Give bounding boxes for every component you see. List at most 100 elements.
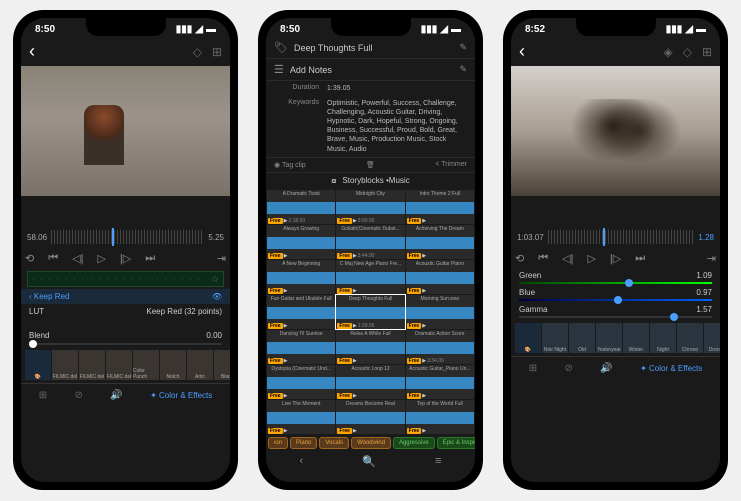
music-track[interactable]: Dystopia (Cinematic Und... Free ▶: [267, 365, 335, 399]
track-play-icon[interactable]: ▶: [422, 428, 426, 434]
track-play-icon[interactable]: ▶: [284, 428, 288, 434]
preset-thumb[interactable]: Artic: [187, 350, 213, 380]
track-play-icon[interactable]: ▶: [422, 393, 426, 399]
header-icon[interactable]: ⊞: [702, 45, 712, 59]
loop-icon[interactable]: ⟲: [515, 252, 524, 265]
lut-row[interactable]: LUT Keep Red (32 points): [21, 304, 230, 319]
nav-audio-icon[interactable]: 🔊: [110, 390, 122, 401]
music-track[interactable]: Deep Thoughts Full Free ▶ 1:39.05: [336, 295, 404, 329]
track-play-icon[interactable]: ▶: [422, 218, 426, 224]
menu-icon[interactable]: ≡: [435, 455, 441, 468]
music-track[interactable]: Acoustic Guitar Piano Free ▶: [406, 260, 474, 294]
preset-thumb[interactable]: Chrono: [677, 323, 703, 353]
skip-back-icon[interactable]: ⏮: [538, 252, 548, 265]
nav-audio-icon[interactable]: 🔊: [600, 363, 612, 374]
timeline[interactable]: 1:03.07 1.28: [511, 226, 720, 248]
category-row[interactable]: ionPianoVocalsWoodwindAggressiveEpic & I…: [266, 435, 475, 451]
track-play-icon[interactable]: ▶: [284, 358, 288, 364]
track-play-icon[interactable]: ▶: [353, 428, 357, 434]
track-play-icon[interactable]: ▶: [422, 253, 426, 259]
nav-clips-icon[interactable]: ⊞: [529, 363, 537, 374]
music-track[interactable]: Relax A While Full Free ▶: [336, 330, 404, 364]
music-track[interactable]: Achieving The Dream Free ▶: [406, 225, 474, 259]
step-fwd-icon[interactable]: |▷: [120, 252, 131, 265]
skip-back-icon[interactable]: ⏮: [48, 252, 58, 265]
music-grid[interactable]: A Dramatic Twist Free ▶ 2:18.00 Midnight…: [266, 189, 475, 435]
star-icon[interactable]: ☆: [211, 274, 219, 285]
track-play-icon[interactable]: ▶: [353, 393, 357, 399]
track-play-icon[interactable]: ▶: [284, 288, 288, 294]
skip-fwd-icon[interactable]: ⏭: [145, 252, 155, 265]
music-track[interactable]: Intro Theme 2 Full Free ▶: [406, 190, 474, 224]
preset-thumb[interactable]: Night: [650, 323, 676, 353]
preset-strip[interactable]: 🎨 FILMIC delFILMIC delFILMIC delColor Pu…: [21, 347, 230, 383]
music-track[interactable]: Acoustic Loop 12 Free ▶: [336, 365, 404, 399]
slider-thumb[interactable]: [614, 296, 622, 304]
preset-thumb[interactable]: Notch: [160, 350, 186, 380]
loop-icon[interactable]: ⟲: [25, 252, 34, 265]
category-chip[interactable]: Vocals: [319, 437, 349, 449]
notes-row[interactable]: ☰ Add Notes ✎: [266, 59, 475, 81]
preset-thumb[interactable]: Black: [214, 350, 230, 380]
trimmer-button[interactable]: < Trimmer: [435, 161, 467, 168]
track-play-icon[interactable]: ▶: [284, 323, 288, 329]
step-back-icon[interactable]: ◁|: [562, 252, 573, 265]
blend-slider[interactable]: Blend 0.00: [21, 329, 230, 347]
skip-fwd-icon[interactable]: ⏭: [635, 252, 645, 265]
music-track[interactable]: Dramatic Action Score Free ▶ 3:34.00: [406, 330, 474, 364]
track-play-icon[interactable]: ▶: [422, 288, 426, 294]
preset-thumb[interactable]: Color Punch: [133, 350, 159, 380]
edit-icon[interactable]: ✎: [459, 42, 467, 53]
music-track[interactable]: Dreams Become Real Free ▶: [336, 400, 404, 434]
color-slider-green[interactable]: Green1.09: [511, 269, 720, 286]
play-icon[interactable]: ▷: [587, 252, 595, 265]
preset-strip[interactable]: 🎨 Noir NightOldYesteryearWinterNightChro…: [511, 320, 720, 356]
eye-icon[interactable]: 👁: [212, 292, 222, 301]
back-icon[interactable]: ‹: [29, 41, 35, 62]
music-track[interactable]: C Maj New Age Piano Fre... Free ▶: [336, 260, 404, 294]
category-chip[interactable]: Piano: [290, 437, 317, 449]
music-track[interactable]: A Dramatic Twist Free ▶ 2:18.00: [267, 190, 335, 224]
music-track[interactable]: Fun Guitar and Ukulele Full Free ▶: [267, 295, 335, 329]
nav-edit-icon[interactable]: ⊘: [74, 390, 82, 401]
music-track[interactable]: Top of the World Full Free ▶: [406, 400, 474, 434]
track-play-icon[interactable]: ▶: [284, 218, 288, 224]
music-track[interactable]: A New Beginning Free ▶: [267, 260, 335, 294]
track-play-icon[interactable]: ▶: [353, 323, 357, 329]
music-source-header[interactable]: ⧇ Storyblocks •Music: [266, 173, 475, 189]
tag-row[interactable]: 🏷 Deep Thoughts Full ✎: [266, 37, 475, 59]
track-play-icon[interactable]: ▶: [353, 358, 357, 364]
header-icon[interactable]: ◈: [663, 45, 672, 59]
track-play-icon[interactable]: ▶: [353, 218, 357, 224]
video-preview[interactable]: [511, 66, 720, 196]
nav-clips-icon[interactable]: ⊞: [39, 390, 47, 401]
music-track[interactable]: Acoustic Guitar_Piano Un... Free ▶: [406, 365, 474, 399]
playhead[interactable]: [603, 228, 605, 246]
header-icon[interactable]: ◇: [683, 45, 692, 59]
preset-thumb[interactable]: Noir Night: [542, 323, 568, 353]
play-icon[interactable]: ▷: [97, 252, 105, 265]
preset-thumb[interactable]: Old: [569, 323, 595, 353]
back-icon[interactable]: ‹: [519, 41, 525, 62]
video-preview[interactable]: [21, 66, 230, 196]
playhead[interactable]: [112, 228, 114, 246]
nav-color-effects[interactable]: ✦ Color & Effects: [150, 391, 212, 400]
trash-icon[interactable]: 🗑: [366, 161, 375, 169]
header-icon[interactable]: ◇: [193, 45, 202, 59]
track-play-icon[interactable]: ▶: [284, 253, 288, 259]
track-play-icon[interactable]: ▶: [422, 358, 426, 364]
preset-icon[interactable]: 🎨: [25, 350, 51, 380]
preset-thumb[interactable]: FILMIC del: [106, 350, 132, 380]
music-track[interactable]: Midnight City Free ▶ 3:00.00: [336, 190, 404, 224]
slider-thumb[interactable]: [29, 340, 37, 348]
tag-clip-button[interactable]: ◉ Tag clip: [274, 161, 306, 169]
export-icon[interactable]: ⇥: [707, 252, 716, 265]
back-icon[interactable]: ‹: [300, 455, 304, 468]
color-slider-gamma[interactable]: Gamma1.57: [511, 303, 720, 320]
track-play-icon[interactable]: ▶: [353, 288, 357, 294]
preset-thumb[interactable]: Winter: [623, 323, 649, 353]
category-chip[interactable]: Epic & Inspiring: [437, 437, 475, 449]
step-back-icon[interactable]: ◁|: [72, 252, 83, 265]
preset-thumb[interactable]: FILMIC del: [79, 350, 105, 380]
preset-thumb[interactable]: Dronep: [704, 323, 720, 353]
